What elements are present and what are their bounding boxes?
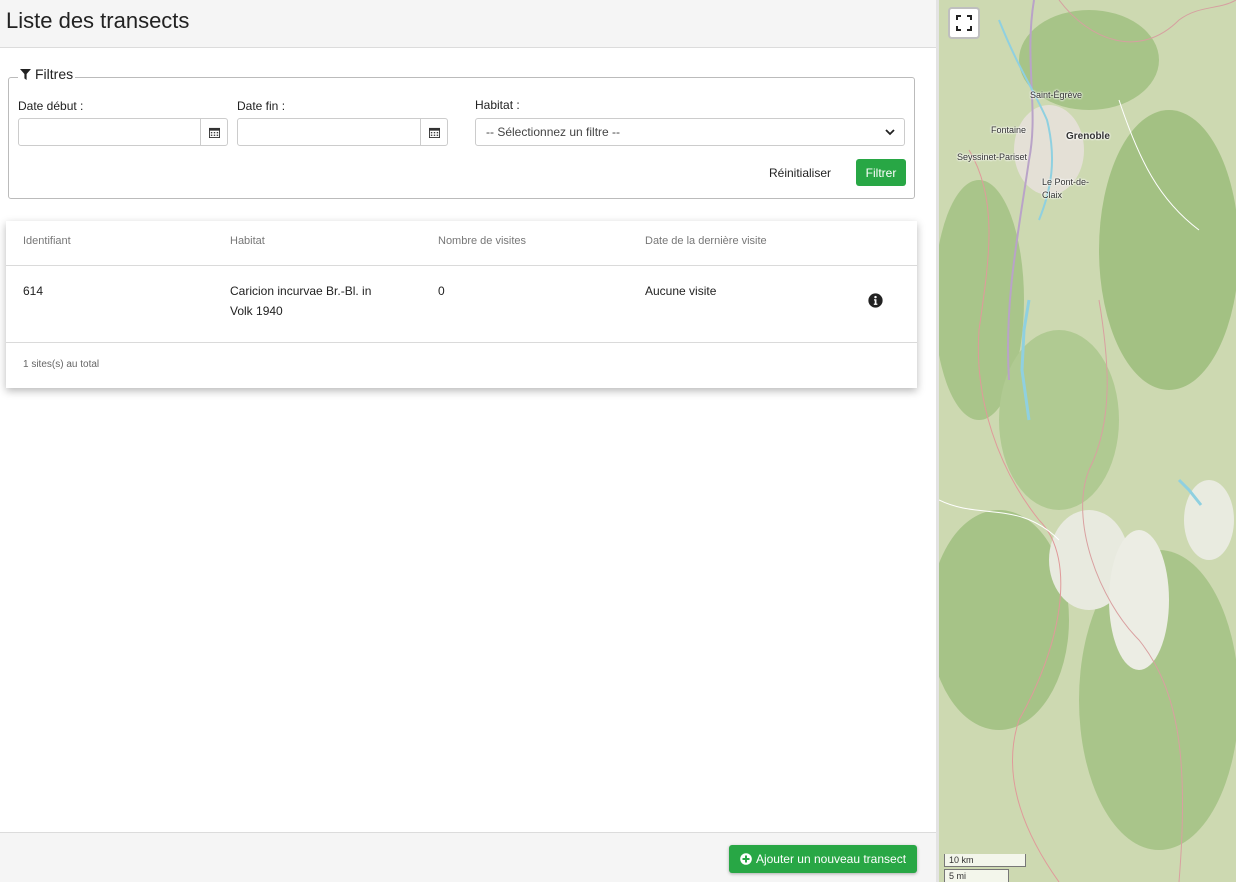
map-label-seyssinet: Seyssinet-Pariset <box>957 152 1028 162</box>
habitat-label: Habitat : <box>475 98 520 112</box>
add-transect-label: Ajouter un nouveau transect <box>755 852 907 866</box>
page-header: Liste des transects <box>0 0 936 48</box>
transect-list-panel: Liste des transects Filtres Date début :… <box>0 0 936 882</box>
date-debut-input[interactable] <box>18 118 228 146</box>
scale-mi: 5 mi <box>944 869 1009 882</box>
reset-button[interactable]: Réinitialiser <box>769 166 831 180</box>
map-label-fontaine: Fontaine <box>991 125 1027 135</box>
cell-derniere-visite: Aucune visite <box>645 284 717 298</box>
map-label-pont-de-claix-1: Le Pont-de- <box>1042 177 1090 187</box>
table-header: Identifiant Habitat Nombre de visites Da… <box>6 221 917 266</box>
cell-habitat: Caricion incurvae Br.-Bl. in Volk 1940 <box>230 284 372 318</box>
filter-button[interactable]: Filtrer <box>856 159 906 186</box>
column-header-identifiant[interactable]: Identifiant <box>23 235 71 247</box>
date-fin-input[interactable] <box>237 118 448 146</box>
calendar-icon[interactable] <box>200 119 227 145</box>
table-total: 1 sites(s) au total <box>23 359 100 370</box>
column-header-habitat[interactable]: Habitat <box>230 235 265 247</box>
date-fin-label: Date fin : <box>237 99 286 113</box>
filters-legend-label: Filtres <box>35 66 74 82</box>
transects-table: Identifiant Habitat Nombre de visites Da… <box>6 221 917 388</box>
calendar-icon[interactable] <box>420 119 447 145</box>
page-title: Liste des transects <box>6 8 190 33</box>
map-label-grenoble: Grenoble <box>1066 131 1110 142</box>
chevron-down-icon <box>885 129 895 136</box>
habitat-select[interactable]: -- Sélectionnez un filtre -- <box>475 118 905 146</box>
fullscreen-icon <box>956 15 972 31</box>
add-transect-button[interactable]: Ajouter un nouveau transect <box>729 845 917 873</box>
cell-identifiant: 614 <box>23 284 44 298</box>
habitat-select-value: -- Sélectionnez un filtre -- <box>486 125 621 139</box>
bottom-action-bar: Ajouter un nouveau transect <box>0 832 936 882</box>
date-debut-label: Date début : <box>18 99 84 113</box>
map-label-saint-egreve: Saint-Égrève <box>1030 90 1083 100</box>
column-header-derniere-visite[interactable]: Date de la dernière visite <box>645 235 767 247</box>
filters-legend: Filtres <box>18 66 76 82</box>
cell-visites: 0 <box>438 284 445 298</box>
filter-icon <box>20 68 31 80</box>
info-icon[interactable] <box>868 293 883 308</box>
scale-km: 10 km <box>944 854 1026 867</box>
map-panel[interactable]: Saint-Égrève Fontaine Grenoble Seyssinet… <box>939 0 1236 882</box>
fullscreen-button[interactable] <box>948 7 980 39</box>
plus-circle-icon <box>740 853 752 865</box>
column-header-visites[interactable]: Nombre de visites <box>438 235 526 247</box>
filters-fieldset: Filtres Date début : Date fin : Habitat … <box>8 66 915 199</box>
table-row[interactable]: 614 Caricion incurvae Br.-Bl. in Volk 19… <box>6 266 917 343</box>
map-label-pont-de-claix-2: Claix <box>1042 190 1063 200</box>
